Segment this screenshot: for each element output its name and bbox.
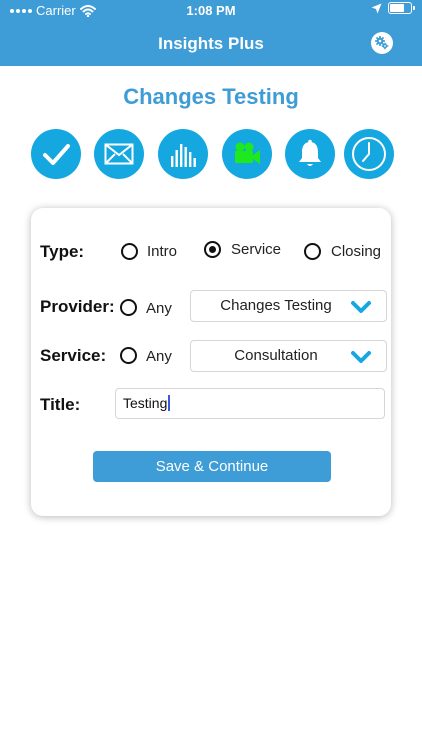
envelope-button[interactable] xyxy=(94,129,144,179)
video-camera-icon xyxy=(235,142,260,164)
bell-icon xyxy=(299,139,321,166)
app-header: Carrier 1:08 PM Insights Plus xyxy=(0,0,422,66)
radio-intro[interactable] xyxy=(121,243,138,260)
chevron-down-icon xyxy=(351,301,371,313)
chevron-down-icon xyxy=(351,351,371,363)
type-label: Type: xyxy=(40,242,85,261)
save-continue-button[interactable]: Save & Continue xyxy=(93,451,331,482)
settings-button[interactable] xyxy=(371,32,393,54)
clock-icon xyxy=(352,137,386,171)
app-title: Insights Plus xyxy=(158,34,264,53)
radio-closing-label: Closing xyxy=(331,243,382,260)
bar-chart-button[interactable] xyxy=(158,129,208,179)
provider-any-radio[interactable] xyxy=(120,299,137,316)
service-label: Service: xyxy=(40,346,107,365)
status-time: 1:08 PM xyxy=(186,3,236,18)
provider-dropdown-value: Changes Testing xyxy=(220,297,332,314)
radio-service-label: Service xyxy=(231,241,282,258)
bar-chart-icon xyxy=(171,144,196,167)
provider-dropdown[interactable]: Changes Testing xyxy=(190,290,387,322)
battery-icon xyxy=(388,2,415,14)
service-any-radio[interactable] xyxy=(120,347,137,364)
icon-toolbar xyxy=(31,129,395,179)
form-card: Type: Intro Service Closing Provider: An… xyxy=(31,208,391,516)
gear-icon xyxy=(375,36,389,50)
provider-any-label: Any xyxy=(146,300,172,317)
location-arrow-icon xyxy=(371,3,382,13)
title-label: Title: xyxy=(40,395,81,414)
service-dropdown[interactable]: Consultation xyxy=(190,340,387,372)
bell-button[interactable] xyxy=(285,129,335,179)
provider-label: Provider: xyxy=(40,297,115,316)
title-input-value: Testing xyxy=(123,395,171,411)
radio-closing[interactable] xyxy=(304,243,321,260)
status-right xyxy=(371,2,415,14)
checkmark-icon xyxy=(43,144,70,165)
radio-service[interactable] xyxy=(204,241,221,258)
envelope-icon xyxy=(104,143,134,165)
radio-intro-label: Intro xyxy=(147,243,178,260)
title-input-text: Testing xyxy=(123,395,168,411)
service-dropdown-value: Consultation xyxy=(234,347,318,364)
video-camera-button[interactable] xyxy=(222,129,272,179)
text-cursor xyxy=(168,395,171,411)
title-input[interactable]: Testing xyxy=(115,388,385,419)
page-title: Changes Testing xyxy=(123,84,299,109)
service-any-label: Any xyxy=(146,348,172,365)
checkmark-button[interactable] xyxy=(31,129,81,179)
clock-button[interactable] xyxy=(344,129,394,179)
